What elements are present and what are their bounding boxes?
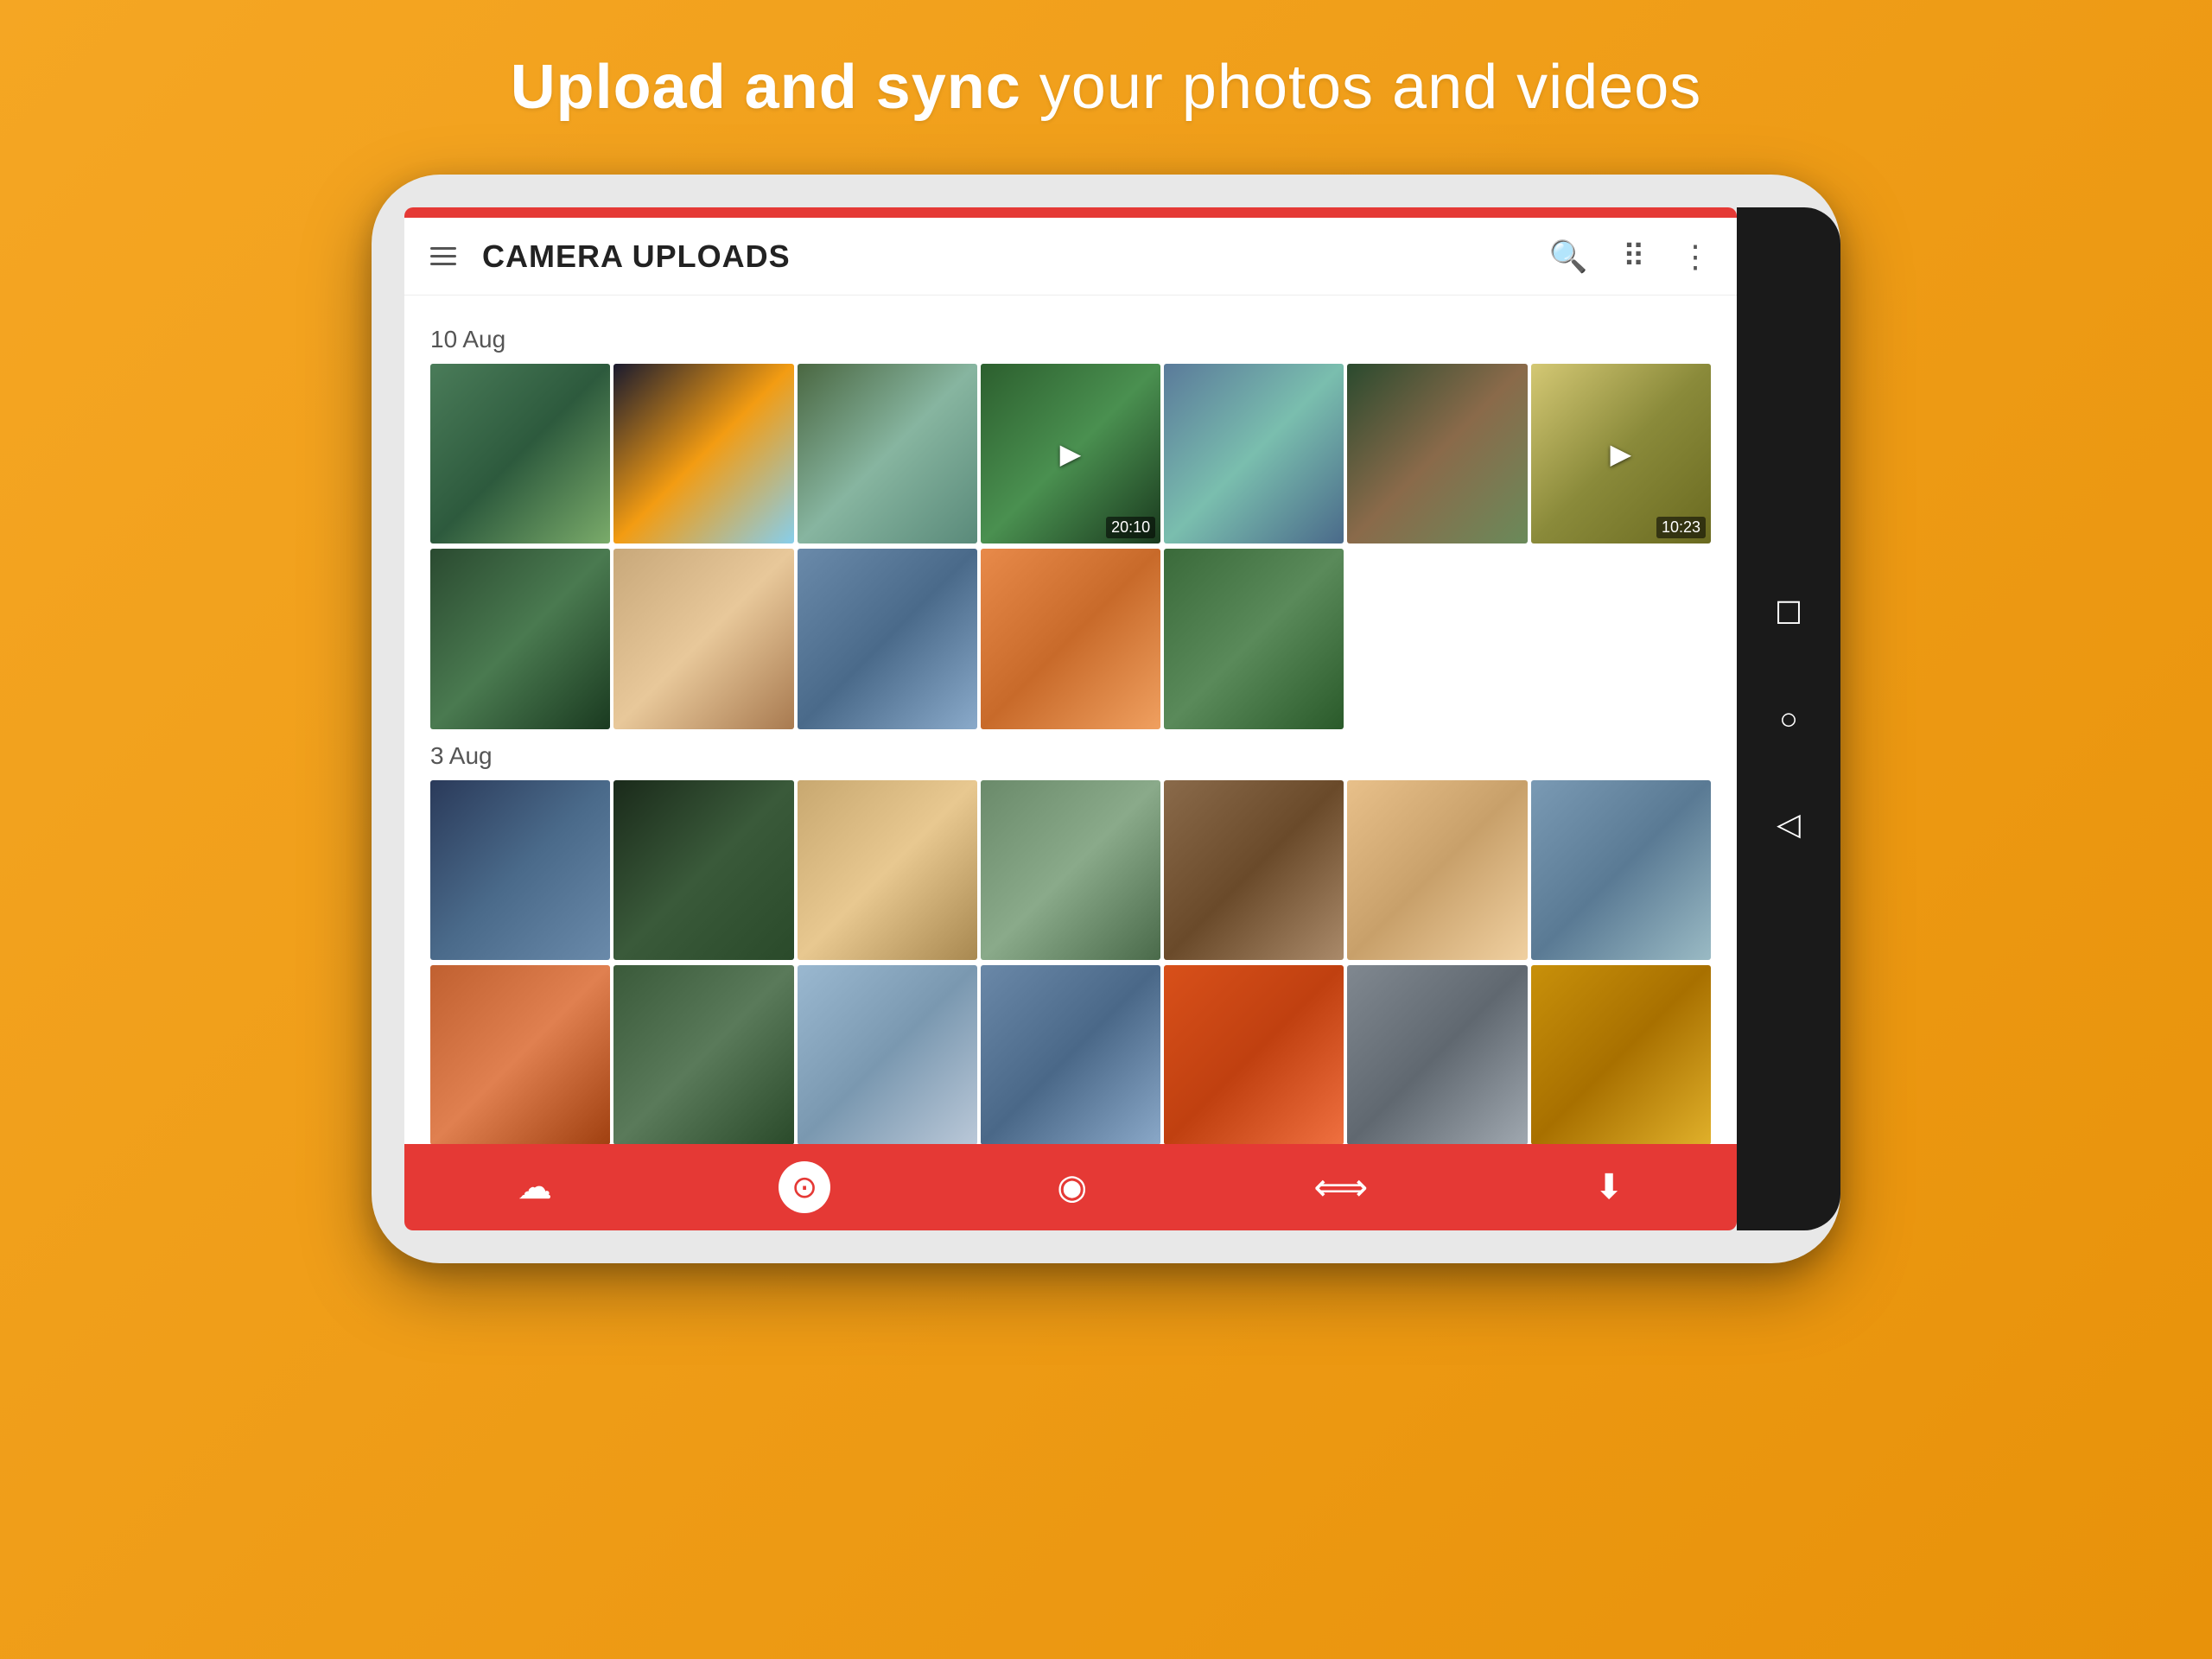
camera-icon [779, 1161, 830, 1213]
photo-cell[interactable] [430, 549, 610, 728]
download-icon: ⬇ [1594, 1167, 1624, 1207]
video-cell[interactable]: ▶ 10:23 [1531, 364, 1711, 543]
photo-cell[interactable] [613, 549, 793, 728]
photo-cell[interactable] [1164, 549, 1344, 728]
photo-cell[interactable] [981, 780, 1160, 960]
photo-cell[interactable] [613, 965, 793, 1144]
bottom-tab-bar: ☁ ◉ ⟺ ⬇ [404, 1144, 1737, 1230]
search-icon[interactable]: 🔍 [1549, 238, 1588, 275]
tablet-wrapper: CAMERA UPLOADS 🔍 ⠿ ⋮ 10 Aug ▶ 20:10 [372, 175, 1840, 1263]
tab-download[interactable]: ⬇ [1594, 1167, 1624, 1207]
photo-cell[interactable] [798, 364, 977, 543]
android-home-button[interactable]: ○ [1779, 701, 1798, 737]
photo-cell[interactable] [798, 780, 977, 960]
photo-cell[interactable] [981, 965, 1160, 1144]
photo-cell[interactable] [981, 549, 1160, 728]
grid-icon[interactable]: ⠿ [1623, 238, 1645, 275]
more-icon[interactable]: ⋮ [1680, 238, 1711, 275]
video-cell[interactable]: ▶ 20:10 [981, 364, 1160, 543]
photo-cell[interactable] [1531, 965, 1711, 1144]
android-nav-bar: ☐ ○ ◁ [1737, 207, 1840, 1230]
photo-cell[interactable] [1164, 965, 1344, 1144]
photo-cell[interactable] [798, 965, 977, 1144]
android-square-button[interactable]: ☐ [1775, 595, 1802, 632]
photo-cell[interactable] [1531, 780, 1711, 960]
tablet-screen: CAMERA UPLOADS 🔍 ⠿ ⋮ 10 Aug ▶ 20:10 [404, 207, 1737, 1230]
hamburger-menu[interactable] [430, 247, 456, 265]
photo-cell[interactable] [430, 364, 610, 543]
date-label-3aug: 3 Aug [430, 742, 1711, 770]
tab-cloud[interactable]: ☁ [518, 1167, 552, 1207]
toolbar-title: CAMERA UPLOADS [482, 238, 1549, 275]
photo-cell[interactable] [1347, 780, 1527, 960]
photo-cell[interactable] [1347, 364, 1527, 543]
app-content: 10 Aug ▶ 20:10 ▶ 10:23 [404, 296, 1737, 1144]
tab-camera[interactable] [779, 1161, 830, 1213]
page-headline: Upload and sync your photos and videos [511, 52, 1702, 123]
photo-cell[interactable] [613, 780, 793, 960]
photo-cell[interactable] [1164, 780, 1344, 960]
tab-sync[interactable]: ⟺ [1313, 1166, 1368, 1210]
date-label-10aug: 10 Aug [430, 326, 1711, 353]
toolbar-icons: 🔍 ⠿ ⋮ [1549, 238, 1711, 275]
play-button: ▶ [1060, 437, 1082, 470]
photo-grid-3aug-row1 [430, 780, 1711, 960]
chat-icon: ◉ [1057, 1167, 1087, 1207]
photo-cell[interactable] [430, 965, 610, 1144]
sync-icon: ⟺ [1313, 1166, 1368, 1210]
photo-cell[interactable] [613, 364, 793, 543]
headline-bold: Upload and sync [511, 53, 1021, 122]
video-duration: 10:23 [1656, 517, 1706, 538]
video-duration: 20:10 [1106, 517, 1155, 538]
headline-regular: your photos and videos [1021, 53, 1702, 122]
empty-cell [1347, 549, 1527, 728]
app-toolbar: CAMERA UPLOADS 🔍 ⠿ ⋮ [404, 218, 1737, 296]
photo-cell[interactable] [1164, 364, 1344, 543]
app-top-bar [404, 207, 1737, 218]
photo-grid-10aug-row1: ▶ 20:10 ▶ 10:23 [430, 364, 1711, 543]
photo-cell[interactable] [1347, 965, 1527, 1144]
photo-cell[interactable] [798, 549, 977, 728]
android-back-button[interactable]: ◁ [1777, 806, 1801, 842]
tab-chat[interactable]: ◉ [1057, 1167, 1087, 1207]
cloud-icon: ☁ [518, 1167, 552, 1207]
photo-cell[interactable] [430, 780, 610, 960]
photo-grid-3aug-row2 [430, 965, 1711, 1144]
play-button: ▶ [1611, 437, 1632, 470]
photo-grid-10aug-row2 [430, 549, 1711, 728]
empty-cell [1531, 549, 1711, 728]
